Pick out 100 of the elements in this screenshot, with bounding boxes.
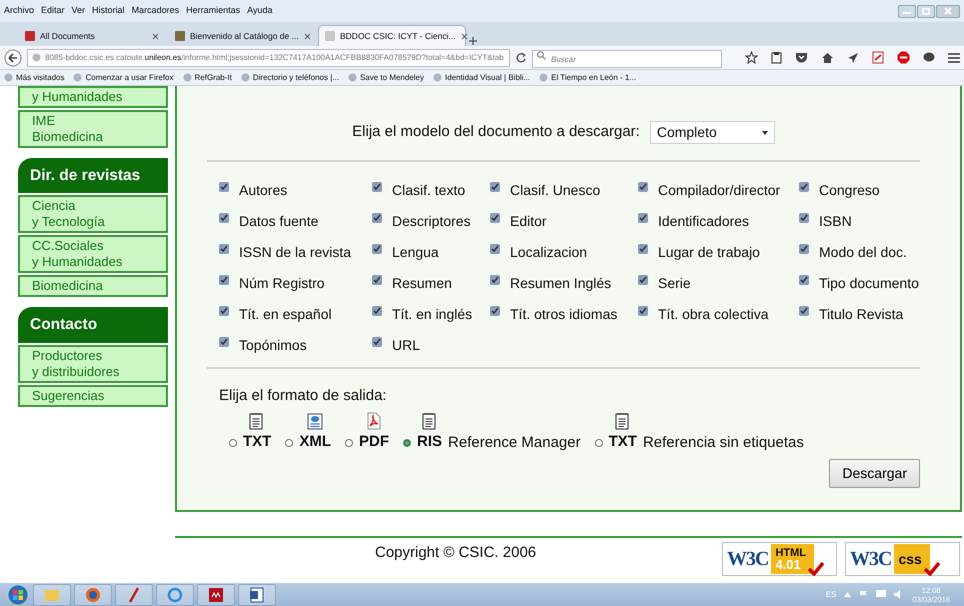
close-icon[interactable] [304, 32, 311, 40]
radio-button[interactable] [594, 438, 603, 446]
field-label: Lengua [392, 243, 439, 262]
checkbox[interactable] [372, 337, 382, 347]
menu-item[interactable]: Herramientas [186, 4, 240, 18]
checkbox[interactable] [219, 337, 229, 347]
notepad-icon [422, 412, 438, 430]
sidebar-link[interactable]: CC.Sociales y Humanidades [18, 235, 168, 274]
plus-icon[interactable] [468, 36, 478, 46]
browser-tab[interactable]: All Documents [18, 25, 166, 46]
sidebar-link[interactable]: y Humanidades [18, 86, 168, 108]
checkbox[interactable] [372, 182, 382, 192]
radio-button[interactable] [229, 438, 237, 446]
menu-item[interactable]: Archivo [4, 4, 34, 18]
radio-button[interactable] [345, 438, 354, 446]
back-icon[interactable] [4, 48, 22, 66]
checkbox[interactable] [372, 275, 382, 285]
field-label: Titulo Revista [819, 305, 904, 324]
menu-item[interactable]: Ver [72, 4, 86, 18]
checkbox[interactable] [490, 213, 500, 223]
checkbox[interactable] [638, 306, 648, 316]
menu-item[interactable]: Marcadores [132, 4, 180, 18]
browser-tab[interactable]: BDDOC CSIC: ICYT - Cienci... [318, 25, 466, 46]
close-icon[interactable] [152, 32, 159, 40]
adblock-icon[interactable] [897, 51, 910, 64]
home-icon[interactable] [821, 52, 834, 64]
search-field[interactable]: Buscar [532, 50, 722, 68]
browser-icon[interactable] [85, 586, 101, 602]
checkbox[interactable] [219, 244, 229, 254]
checkbox[interactable] [799, 275, 809, 285]
checkbox[interactable] [799, 306, 809, 316]
notepad-icon [614, 412, 631, 430]
checkbox[interactable] [799, 213, 809, 223]
star-icon[interactable] [745, 51, 758, 64]
checkbox[interactable] [638, 182, 648, 192]
checkbox[interactable] [490, 275, 500, 285]
bookmark-link[interactable]: Más visitados [4, 72, 64, 84]
checkbox[interactable] [219, 182, 229, 192]
field-label: Compilador/director [658, 181, 780, 200]
bookmark-link[interactable]: Save to Mendeley [348, 72, 424, 84]
checkbox[interactable] [490, 244, 500, 254]
checkbox[interactable] [799, 244, 809, 254]
pen-icon[interactable] [126, 586, 142, 602]
favicon-icon [325, 31, 335, 41]
close-icon[interactable] [460, 32, 468, 40]
checkbox[interactable] [638, 244, 648, 254]
field-label: Resumen Inglés [510, 274, 612, 293]
checkbox[interactable] [490, 306, 500, 316]
send-icon[interactable] [847, 52, 859, 64]
bookmark-link[interactable]: Identidad Visual | Bibli... [433, 72, 530, 84]
field-label: Tipo documento [819, 274, 919, 293]
url-field[interactable]: 8085-bddoc.csic.es.catoute.unileon.es/informe.html;jsessionid=132C7417A100A1ACFBB8830FA078579D?total=4&bd=ICYT&tab [27, 48, 510, 66]
reload-icon[interactable] [515, 52, 527, 64]
app-icon[interactable] [208, 586, 224, 602]
bookmark-link[interactable]: RefGrab-It [182, 72, 232, 84]
checkbox[interactable] [219, 275, 229, 285]
document-icon[interactable] [249, 586, 265, 602]
checkbox[interactable] [638, 213, 648, 223]
checkbox[interactable] [372, 213, 382, 223]
radio-button[interactable] [403, 438, 412, 446]
download-button[interactable]: Descargar [829, 458, 920, 488]
favicon-icon [175, 31, 185, 41]
sidebar-link[interactable]: Biomedicina [18, 275, 168, 298]
sidebar-link[interactable]: IME Biomedicina [18, 110, 168, 148]
field-label: Núm Registro [239, 274, 325, 293]
checkbox[interactable] [638, 275, 648, 285]
bookmark-link[interactable]: Comenzar a usar Firefox [73, 72, 174, 84]
bookmark-link[interactable]: El Tiempo en León - 1... [539, 72, 636, 84]
caret-icon [762, 130, 768, 134]
clipboard-icon[interactable] [771, 51, 782, 64]
field-label: Clasif. texto [392, 181, 466, 200]
sidebar-link[interactable]: Ciencia y Tecnología [18, 195, 168, 234]
sidebar-heading: Contacto [18, 307, 168, 342]
copyright-text: Copyright © CSIC. 2006 [375, 543, 536, 563]
format-description: Referencia sin etiquetas [642, 434, 804, 452]
start-icon[interactable] [6, 584, 30, 606]
validator-badge[interactable]: W3C css [845, 542, 960, 576]
checkbox[interactable] [799, 182, 809, 192]
checkbox[interactable] [372, 306, 382, 316]
chat-icon[interactable] [923, 52, 935, 63]
browser-tab[interactable]: Bienvenido al Catálogo de ... [168, 25, 316, 46]
format-name: TXT [243, 432, 272, 450]
menu-item[interactable]: Editar [41, 4, 65, 18]
pdf-icon[interactable] [872, 51, 884, 64]
model-dropdown[interactable]: Completo [650, 121, 775, 144]
field-label: Clasif. Unesco [510, 181, 600, 200]
field-label: Serie [658, 274, 691, 293]
radio-button[interactable] [285, 438, 294, 446]
menu-icon[interactable] [948, 52, 960, 62]
menu-item[interactable]: Historial [92, 4, 125, 18]
xml-icon [307, 412, 324, 430]
sidebar-link[interactable]: Sugerencias [18, 384, 168, 406]
checkbox[interactable] [219, 213, 229, 223]
pocket-icon[interactable] [795, 52, 808, 64]
menu-item[interactable]: Ayuda [247, 4, 272, 18]
checkbox[interactable] [219, 306, 229, 316]
checkbox[interactable] [490, 182, 500, 192]
sidebar-link[interactable]: Productores y distribuidores [18, 344, 168, 382]
bookmark-link[interactable]: Directorio y teléfonos |... [240, 72, 339, 84]
checkbox[interactable] [372, 244, 382, 254]
